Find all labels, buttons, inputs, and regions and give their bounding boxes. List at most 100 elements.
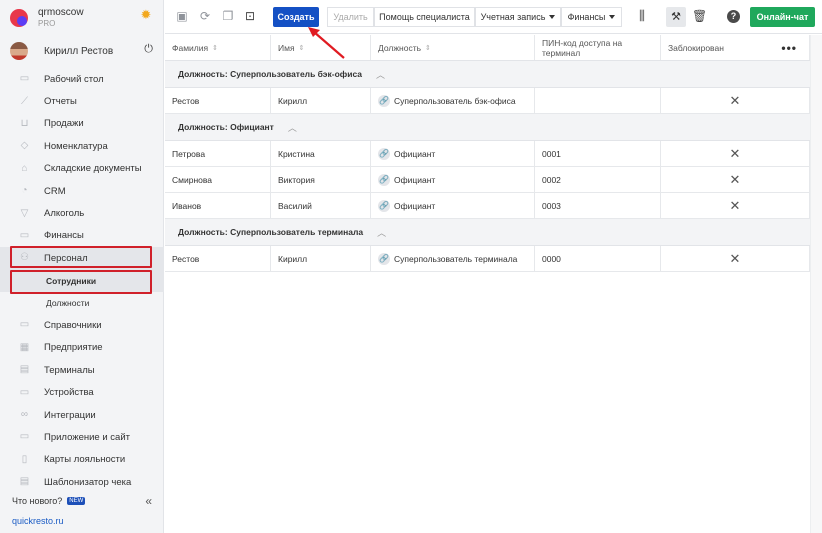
sort-icon[interactable]: ⇕ [425, 44, 431, 52]
table-row[interactable]: Рестов Кирилл 🔗 Суперпользователь бэк-офиса… [165, 88, 810, 114]
book-icon: ▭ [19, 319, 30, 331]
sidebar-item[interactable]: ▭ Рабочий стол [0, 68, 164, 90]
tools-icon[interactable]: ⚒ [666, 7, 686, 27]
chevron-up-icon[interactable]: ︿ [288, 121, 297, 134]
cell-position: 🔗 Официант [371, 167, 535, 192]
sidebar-item[interactable]: ▭ Приложение и сайт [0, 426, 164, 448]
table-scrollbar[interactable] [810, 35, 822, 533]
column-header[interactable]: Должность ⇕ [371, 35, 535, 60]
building-icon: ▦ [19, 341, 30, 353]
basket-icon: ⊔ [20, 117, 29, 129]
group-row[interactable]: Должность: Суперпользователь бэк-офиса ︿ [165, 61, 810, 88]
more-options-icon[interactable]: ••• [781, 41, 797, 55]
sidebar-item[interactable]: ▤ Терминалы [0, 359, 164, 381]
sort-icon[interactable]: ⇕ [299, 44, 305, 52]
table-row[interactable]: Иванов Василий 🔗 Официант 0003 ✕ [165, 193, 810, 219]
sidebar-item[interactable]: ◇ Номенклатура [0, 135, 164, 157]
sidebar-item[interactable]: ▤ Шаблонизатор чека [0, 471, 164, 493]
cell-last: Рестов [165, 88, 271, 113]
group-row[interactable]: Должность: Официант ︿ [165, 114, 810, 141]
sort-icon[interactable]: ⇕ [212, 44, 218, 52]
link-icon[interactable]: 🔗 [378, 199, 390, 212]
infinity-icon: ∞ [20, 409, 29, 421]
table-row[interactable]: Петрова Кристина 🔗 Официант 0001 ✕ [165, 141, 810, 167]
cell-pin: 0003 [535, 193, 661, 218]
avatar [10, 42, 28, 60]
inbox-icon[interactable]: ⊡ [243, 9, 257, 23]
cell-pin: 0001 [535, 141, 661, 166]
column-header[interactable]: Заблокирован ••• [661, 35, 810, 60]
sidebar-item[interactable]: ▯ Карты лояльности [0, 449, 164, 471]
cell-position: 🔗 Суперпользователь бэк-офиса [371, 88, 535, 113]
help-specialist-button[interactable]: Помощь специалиста [374, 7, 475, 27]
link-icon[interactable]: 🔗 [378, 94, 390, 107]
column-header[interactable]: ПИН-код доступа на терминал [535, 35, 661, 60]
user-profile[interactable]: Кирилл Рестов ⏻ [10, 40, 155, 62]
cell-first: Кирилл [271, 88, 371, 113]
sidebar-item-label: Карты лояльности [44, 454, 126, 466]
save-icon[interactable]: ▣ [175, 9, 189, 23]
sidebar-item-label: CRM [44, 185, 66, 197]
device-icon: ▭ [19, 386, 30, 398]
link-icon[interactable]: 🔗 [378, 173, 390, 186]
sidebar-item-label: Приложение и сайт [44, 431, 130, 443]
cell-last: Петрова [165, 141, 271, 166]
sidebar-item[interactable]: ⊔ Продажи [0, 113, 164, 135]
blocked-no-icon: ✕ [661, 246, 810, 271]
crm-icon: ◔ [21, 185, 28, 197]
sidebar-item[interactable]: ▭ Справочники [0, 314, 164, 336]
highlight-box-personnel [10, 246, 152, 268]
chevron-up-icon[interactable]: ︿ [377, 226, 386, 239]
cell-pin: 0000 [535, 246, 661, 271]
copy-icon[interactable]: ❐ [221, 9, 235, 23]
monitor-icon: ▭ [19, 73, 30, 85]
sidebar-item[interactable]: ∞ Интеграции [0, 404, 164, 426]
sidebar-item[interactable]: ▽ Алкоголь [0, 202, 164, 224]
whats-new-link[interactable]: Что нового? NEW « [12, 494, 152, 508]
collapse-sidebar-icon[interactable]: « [145, 494, 152, 508]
sidebar-item[interactable]: ▭ Устройства [0, 381, 164, 403]
cell-position: 🔗 Официант [371, 193, 535, 218]
blocked-no-icon: ✕ [661, 88, 810, 113]
trash-icon[interactable]: 🗑 [692, 9, 707, 23]
blocked-no-icon: ✕ [661, 141, 810, 166]
sidebar-item-label: Финансы [44, 230, 84, 242]
receipt-icon: ▤ [19, 476, 30, 488]
tag-icon: ◇ [20, 140, 29, 152]
table-row[interactable]: Смирнова Виктория 🔗 Официант 0002 ✕ [165, 167, 810, 193]
refresh-icon[interactable]: ⟳ [198, 9, 212, 23]
link-icon[interactable]: 🔗 [378, 147, 390, 160]
account-dropdown[interactable]: Учетная запись [475, 7, 561, 27]
sliders-icon[interactable]: ⫼ [635, 9, 649, 23]
sidebar-item[interactable]: ⟋ Отчеты [0, 90, 164, 112]
sidebar-subitem[interactable]: Должности [0, 292, 164, 314]
chart-icon: ⟋ [21, 95, 28, 107]
sidebar-item-label: Рабочий стол [44, 73, 104, 85]
power-icon[interactable]: ⏻ [144, 43, 153, 56]
caret-down-icon [609, 15, 616, 19]
sidebar-item[interactable]: ▦ Предприятие [0, 337, 164, 359]
cell-position: 🔗 Суперпользователь терминала [371, 246, 535, 271]
sidebar-item[interactable]: ◔ CRM [0, 180, 164, 202]
sun-icon[interactable]: ✹ [139, 8, 153, 22]
group-row[interactable]: Должность: Суперпользователь терминала ︿ [165, 219, 810, 246]
column-header[interactable]: Имя ⇕ [271, 35, 371, 60]
user-name: Кирилл Рестов [44, 45, 114, 57]
finance-dropdown[interactable]: Финансы [561, 7, 622, 27]
table-row[interactable]: Рестов Кирилл 🔗 Суперпользователь терминала… [165, 246, 810, 272]
sidebar: qrmoscow PRO ✹ Кирилл Рестов ⏻ ▭ Рабочий … [0, 0, 164, 533]
sidebar-item-label: Терминалы [44, 364, 95, 376]
cell-first: Кристина [271, 141, 371, 166]
sidebar-item-label: Интеграции [44, 409, 96, 421]
sidebar-item[interactable]: ▭ Финансы [0, 225, 164, 247]
cell-last: Иванов [165, 193, 271, 218]
brand[interactable]: qrmoscow PRO ✹ [10, 6, 155, 30]
sidebar-item[interactable]: ⌂ Складские документы [0, 158, 164, 180]
online-chat-button[interactable]: Онлайн-чат [750, 7, 815, 27]
column-header[interactable]: Фамилия ⇕ [165, 35, 271, 60]
link-icon[interactable]: 🔗 [378, 252, 390, 265]
brand-logo-icon [10, 9, 28, 27]
site-link[interactable]: quickresto.ru [12, 516, 64, 526]
chevron-up-icon[interactable]: ︿ [376, 68, 385, 81]
help-icon[interactable]: ? [727, 10, 740, 23]
